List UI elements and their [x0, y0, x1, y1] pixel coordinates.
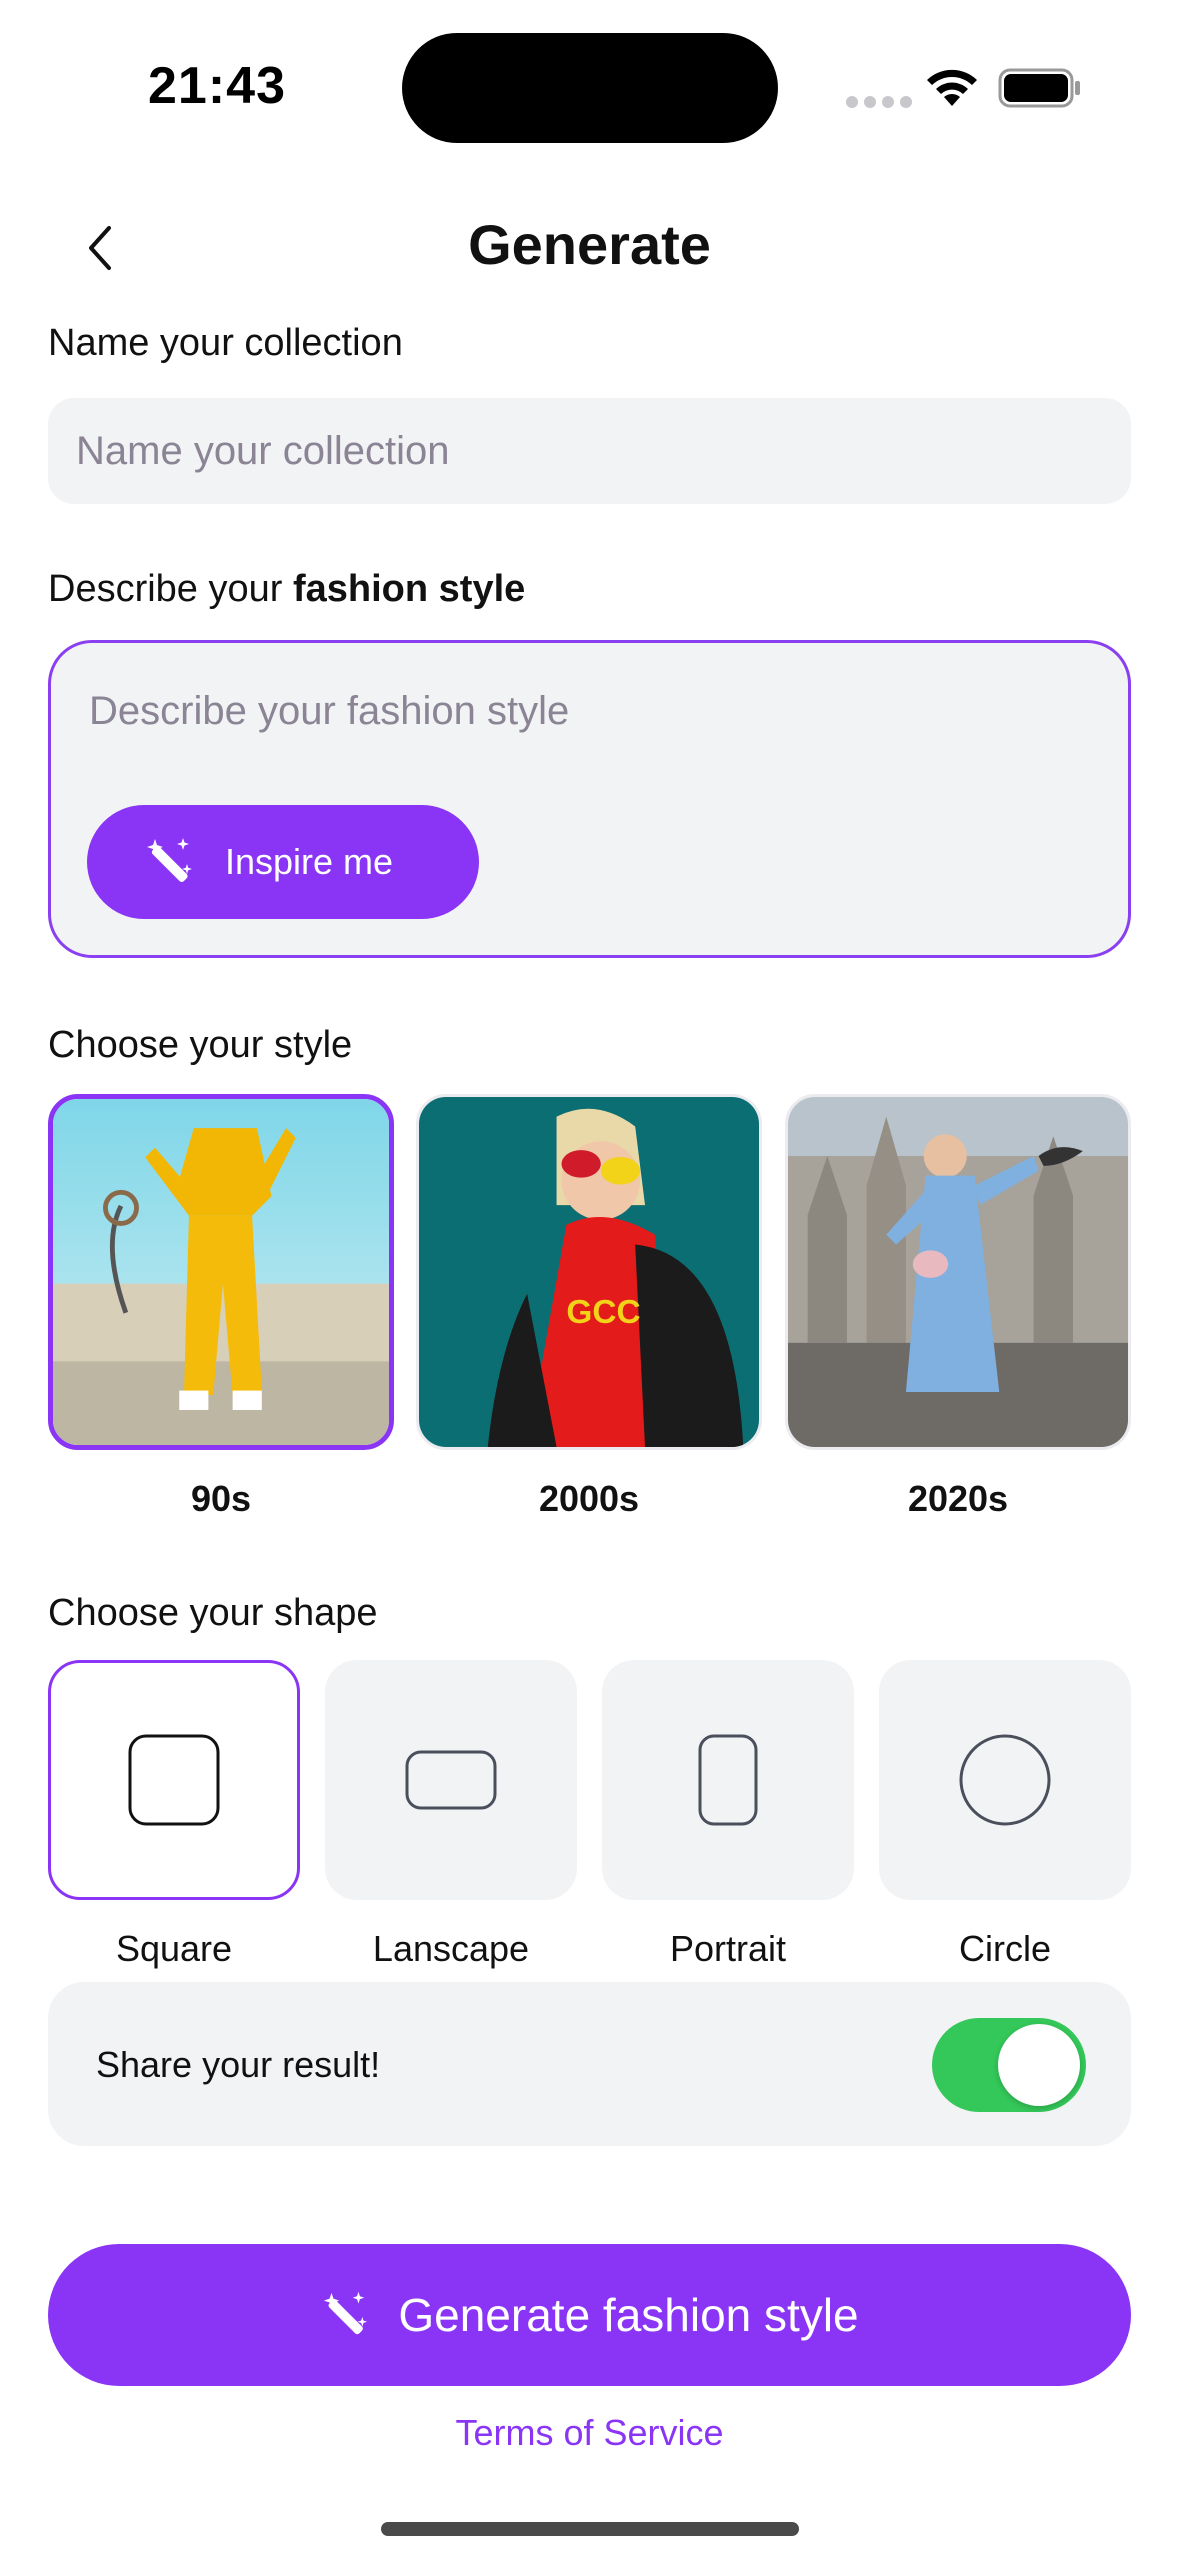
- inspire-me-label: Inspire me: [225, 841, 394, 882]
- collection-label: Name your collection: [48, 322, 403, 364]
- style-90s-image: [53, 1099, 389, 1445]
- generate-button-label: Generate fashion style: [398, 2289, 859, 2341]
- share-toggle[interactable]: [932, 2018, 1086, 2112]
- style-section-label: Choose your style: [48, 1024, 353, 1066]
- style-2000s-image: GCC: [419, 1097, 759, 1447]
- battery-icon: [998, 68, 1080, 108]
- magic-wand-icon: [147, 838, 192, 882]
- shape-label-landscape: Lanscape: [372, 1928, 530, 1969]
- shape-label-circle: Circle: [958, 1928, 1051, 1969]
- toggle-knob: [998, 2024, 1080, 2106]
- style-label-2020s: 2020s: [907, 1478, 1009, 1519]
- home-indicator: [381, 2522, 799, 2536]
- page-title: Generate: [468, 213, 711, 276]
- cellular-signal-icon: [846, 96, 912, 108]
- share-setting-row: Share your result!: [48, 1982, 1131, 2146]
- description-textarea[interactable]: Describe your fashion style Inspire me: [48, 640, 1131, 958]
- shape-option-circle[interactable]: [879, 1660, 1131, 1900]
- shape-label-portrait: Portrait: [669, 1928, 787, 1969]
- shape-option-portrait[interactable]: [602, 1660, 854, 1900]
- square-shape-icon: [128, 1734, 220, 1826]
- share-label: Share your result!: [96, 2044, 381, 2085]
- style-option-2020s[interactable]: [785, 1094, 1131, 1450]
- shape-option-square[interactable]: [48, 1660, 300, 1900]
- shape-label-square: Square: [115, 1928, 233, 1969]
- description-label-prefix: Describe your: [48, 568, 293, 610]
- shape-section-label: Choose your shape: [48, 1592, 378, 1634]
- style-label-90s: 90s: [190, 1478, 252, 1519]
- status-bar: 21:43: [0, 0, 1179, 170]
- dynamic-island: [402, 33, 778, 143]
- landscape-shape-icon: [405, 1750, 497, 1810]
- portrait-shape-icon: [698, 1734, 758, 1826]
- magic-wand-icon: [324, 2291, 368, 2335]
- style-2020s-image: [788, 1097, 1128, 1447]
- circle-shape-icon: [959, 1734, 1051, 1826]
- style-options: GCC: [48, 1094, 1131, 1454]
- collection-name-input[interactable]: [48, 398, 1131, 504]
- style-option-2000s[interactable]: GCC: [416, 1094, 762, 1450]
- inspire-me-button[interactable]: Inspire me: [87, 805, 479, 919]
- svg-text:GCC: GCC: [566, 1294, 640, 1331]
- style-label-2000s: 2000s: [538, 1478, 640, 1519]
- style-option-90s[interactable]: [48, 1094, 394, 1450]
- description-placeholder: Describe your fashion style: [89, 689, 570, 733]
- terms-of-service-link[interactable]: Terms of Service: [0, 2412, 1179, 2454]
- shape-option-landscape[interactable]: [325, 1660, 577, 1900]
- wifi-icon: [927, 69, 977, 106]
- generate-fashion-style-button[interactable]: Generate fashion style: [48, 2244, 1131, 2386]
- status-time: 21:43: [148, 57, 286, 115]
- description-label-bold: fashion style: [292, 568, 526, 610]
- description-label: Describe your fashion style: [48, 568, 525, 611]
